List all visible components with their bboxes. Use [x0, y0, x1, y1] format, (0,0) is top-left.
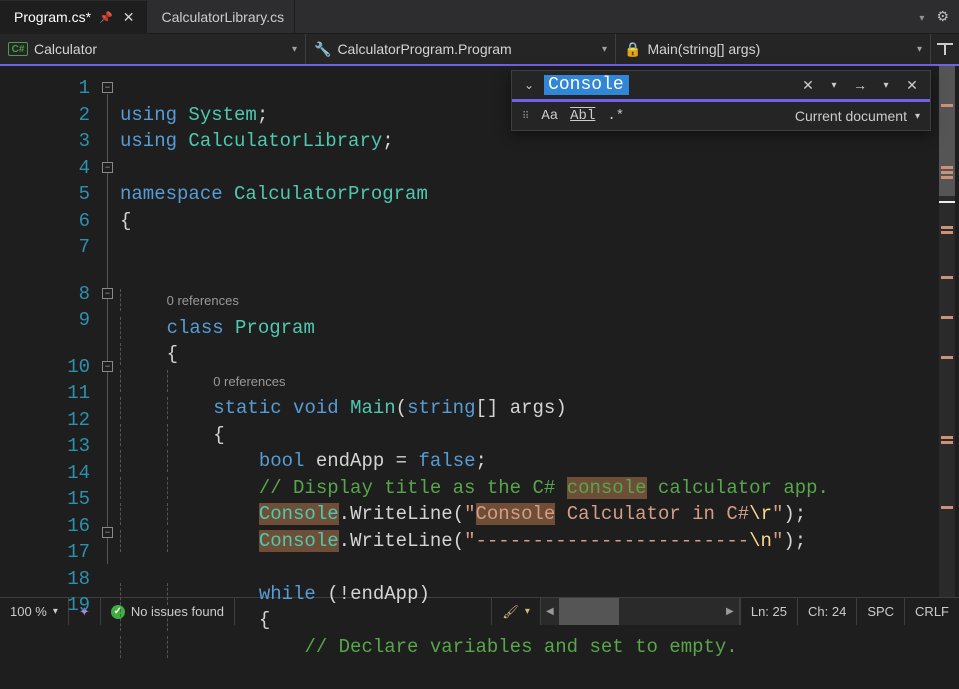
close-icon[interactable]: ✕ [121, 9, 137, 26]
fold-toggle[interactable]: − [102, 361, 113, 372]
window-list-dropdown-icon[interactable] [919, 8, 924, 26]
member-name: Main(string[] args) [647, 41, 760, 57]
tools-icon[interactable]: 🖌 ▾ [491, 598, 540, 625]
class-dropdown[interactable]: 🔧 CalculatorProgram.Program ▾ [306, 34, 616, 64]
vertical-scrollbar[interactable] [939, 66, 955, 597]
whole-word-toggle[interactable]: Abl [570, 108, 595, 124]
document-tab-strip: Program.cs* 📌 ✕ CalculatorLibrary.cs ⚙ [0, 0, 959, 34]
gear-icon[interactable]: ⚙ [936, 8, 949, 25]
fold-toggle[interactable]: − [102, 162, 113, 173]
indentation-mode[interactable]: SPC [856, 598, 904, 625]
expand-replace-icon[interactable]: ⌄ [520, 78, 538, 92]
lock-icon: 🔒 [624, 41, 641, 58]
scroll-right-icon[interactable]: ▶ [721, 606, 739, 617]
tab-calculatorlibrary-cs[interactable]: CalculatorLibrary.cs [147, 0, 295, 33]
regex-toggle[interactable]: .* [607, 108, 624, 124]
caret-marker [939, 201, 955, 203]
codelens-references[interactable]: 0 references [213, 374, 285, 389]
navigation-bar: C# Calculator ▾ 🔧 CalculatorProgram.Prog… [0, 34, 959, 66]
code-editor[interactable]: 1234567 89 10111213141516171819 − − − − … [0, 66, 959, 597]
project-name: Calculator [34, 41, 97, 57]
codelens-references[interactable]: 0 references [167, 293, 239, 308]
scrollbar-thumb[interactable] [559, 598, 619, 625]
class-icon: 🔧 [314, 41, 331, 58]
fold-gutter: − − − − − [100, 66, 120, 597]
tab-program-cs[interactable]: Program.cs* 📌 ✕ [0, 1, 147, 34]
find-input[interactable] [544, 75, 629, 95]
pin-icon[interactable]: 📌 [99, 11, 113, 24]
split-editor-icon[interactable] [937, 41, 953, 57]
line-number-gutter: 1234567 89 10111213141516171819 [0, 66, 100, 597]
caret-col[interactable]: Ch: 24 [797, 598, 856, 625]
scroll-left-icon[interactable]: ◀ [541, 606, 559, 617]
code-area[interactable]: using System; using CalculatorLibrary; n… [120, 66, 959, 597]
close-icon[interactable]: ✕ [798, 77, 818, 94]
chevron-down-icon: ▾ [907, 44, 922, 55]
chevron-down-icon[interactable]: ▾ [915, 111, 920, 122]
find-next-icon[interactable]: → [850, 77, 870, 93]
fold-toggle[interactable]: − [102, 288, 113, 299]
dropdown-icon[interactable]: ▾ [876, 80, 896, 91]
chevron-down-icon: ▾ [282, 44, 297, 55]
fold-toggle[interactable]: − [102, 82, 113, 93]
tab-label: CalculatorLibrary.cs [161, 9, 284, 25]
project-dropdown[interactable]: C# Calculator ▾ [0, 34, 306, 64]
find-and-replace-popup: ⌄ ✕ ▾ → ▾ ✕ ⠿ Aa Abl .* Current document… [511, 70, 931, 131]
csharp-icon: C# [8, 42, 28, 56]
chevron-down-icon: ▾ [592, 44, 607, 55]
caret-line[interactable]: Ln: 25 [740, 598, 797, 625]
find-scope-label: Current document [795, 108, 907, 124]
match-case-toggle[interactable]: Aa [541, 108, 558, 124]
class-name: CalculatorProgram.Program [337, 41, 511, 57]
fold-toggle[interactable]: − [102, 527, 113, 538]
line-endings[interactable]: CRLF [904, 598, 959, 625]
member-dropdown[interactable]: 🔒 Main(string[] args) ▾ [616, 34, 931, 64]
tab-label: Program.cs* [14, 9, 91, 25]
close-find-icon[interactable]: ✕ [902, 77, 922, 94]
horizontal-scrollbar[interactable]: ◀ ▶ [540, 598, 740, 625]
dropdown-icon[interactable]: ▾ [824, 80, 844, 91]
drag-handle-icon[interactable]: ⠿ [522, 111, 529, 122]
